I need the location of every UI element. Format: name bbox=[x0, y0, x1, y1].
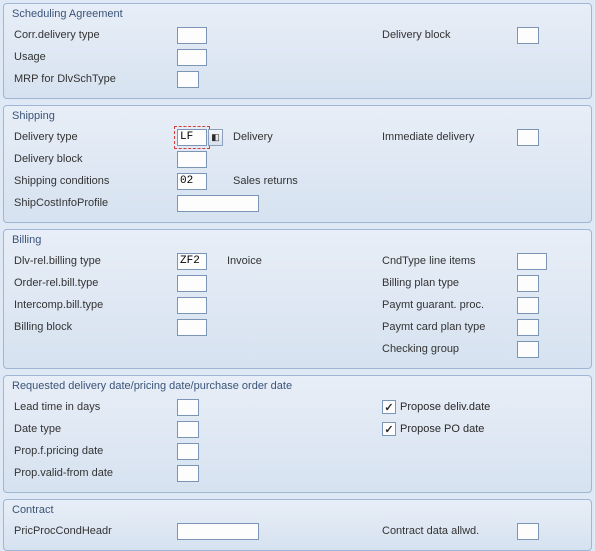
immediate-delivery-label: Immediate delivery bbox=[382, 131, 517, 143]
usage-label: Usage bbox=[12, 51, 177, 63]
panel-title: Contract bbox=[12, 504, 583, 516]
usage-input[interactable] bbox=[177, 49, 207, 66]
shipcost-input[interactable] bbox=[177, 195, 259, 212]
requested-delivery-date-panel: Requested delivery date/pricing date/pur… bbox=[3, 375, 592, 493]
intercomp-bill-label: Intercomp.bill.type bbox=[12, 299, 177, 311]
cndtype-label: CndType line items bbox=[382, 255, 517, 267]
intercomp-bill-input[interactable] bbox=[177, 297, 207, 314]
shipping-delivery-block-input[interactable] bbox=[177, 151, 207, 168]
billing-block-label: Billing block bbox=[12, 321, 177, 333]
panel-title: Billing bbox=[12, 234, 583, 246]
immediate-delivery-input[interactable] bbox=[517, 129, 539, 146]
cndtype-input[interactable] bbox=[517, 253, 547, 270]
shipping-panel: Shipping Delivery type ◧ Delivery Immedi… bbox=[3, 105, 592, 223]
prop-valid-from-input[interactable] bbox=[177, 465, 199, 482]
billing-plan-type-input[interactable] bbox=[517, 275, 539, 292]
paymt-card-input[interactable] bbox=[517, 319, 539, 336]
dlv-rel-bill-input[interactable] bbox=[177, 253, 207, 270]
prop-pricing-date-input[interactable] bbox=[177, 443, 199, 460]
paymt-guarant-label: Paymt guarant. proc. bbox=[382, 299, 517, 311]
propose-deliv-date-label: Propose deliv.date bbox=[400, 401, 490, 413]
mrp-dlvschtype-label: MRP for DlvSchType bbox=[12, 73, 177, 85]
contract-panel: Contract PricProcCondHeadr Contract data… bbox=[3, 499, 592, 551]
date-type-label: Date type bbox=[12, 423, 177, 435]
corr-delivery-type-input[interactable] bbox=[177, 27, 207, 44]
billing-plan-type-label: Billing plan type bbox=[382, 277, 517, 289]
shipcost-label: ShipCostInfoProfile bbox=[12, 197, 177, 209]
contract-data-allwd-input[interactable] bbox=[517, 523, 539, 540]
billing-block-input[interactable] bbox=[177, 319, 207, 336]
dlv-rel-bill-desc: Invoice bbox=[227, 255, 262, 267]
order-rel-bill-input[interactable] bbox=[177, 275, 207, 292]
search-help-icon[interactable]: ◧ bbox=[208, 129, 223, 146]
propose-po-date-label: Propose PO date bbox=[400, 423, 484, 435]
dlv-rel-bill-label: Dlv-rel.billing type bbox=[12, 255, 177, 267]
panel-title: Scheduling Agreement bbox=[12, 8, 583, 20]
panel-title: Shipping bbox=[12, 110, 583, 122]
shipping-conditions-desc: Sales returns bbox=[233, 175, 298, 187]
paymt-guarant-input[interactable] bbox=[517, 297, 539, 314]
propose-deliv-date-checkbox[interactable] bbox=[382, 400, 396, 414]
shipping-conditions-input[interactable] bbox=[177, 173, 207, 190]
pricproc-label: PricProcCondHeadr bbox=[12, 525, 177, 537]
propose-po-date-checkbox[interactable] bbox=[382, 422, 396, 436]
prop-pricing-date-label: Prop.f.pricing date bbox=[12, 445, 177, 457]
paymt-card-label: Paymt card plan type bbox=[382, 321, 517, 333]
checking-group-label: Checking group bbox=[382, 343, 517, 355]
delivery-block-label: Delivery block bbox=[382, 29, 517, 41]
billing-panel: Billing Dlv-rel.billing type Invoice Cnd… bbox=[3, 229, 592, 369]
delivery-type-desc: Delivery bbox=[233, 131, 273, 143]
date-type-input[interactable] bbox=[177, 421, 199, 438]
pricproc-input[interactable] bbox=[177, 523, 259, 540]
shipping-conditions-label: Shipping conditions bbox=[12, 175, 177, 187]
prop-valid-from-label: Prop.valid-from date bbox=[12, 467, 177, 479]
shipping-delivery-block-label: Delivery block bbox=[12, 153, 177, 165]
panel-title: Requested delivery date/pricing date/pur… bbox=[12, 380, 583, 392]
delivery-type-input[interactable] bbox=[177, 129, 207, 146]
order-rel-bill-label: Order-rel.bill.type bbox=[12, 277, 177, 289]
mrp-dlvschtype-input[interactable] bbox=[177, 71, 199, 88]
delivery-block-input[interactable] bbox=[517, 27, 539, 44]
contract-data-allwd-label: Contract data allwd. bbox=[382, 525, 517, 537]
scheduling-agreement-panel: Scheduling Agreement Corr.delivery type … bbox=[3, 3, 592, 99]
lead-time-input[interactable] bbox=[177, 399, 199, 416]
delivery-type-label: Delivery type bbox=[12, 131, 177, 143]
corr-delivery-type-label: Corr.delivery type bbox=[12, 29, 177, 41]
checking-group-input[interactable] bbox=[517, 341, 539, 358]
lead-time-label: Lead time in days bbox=[12, 401, 177, 413]
